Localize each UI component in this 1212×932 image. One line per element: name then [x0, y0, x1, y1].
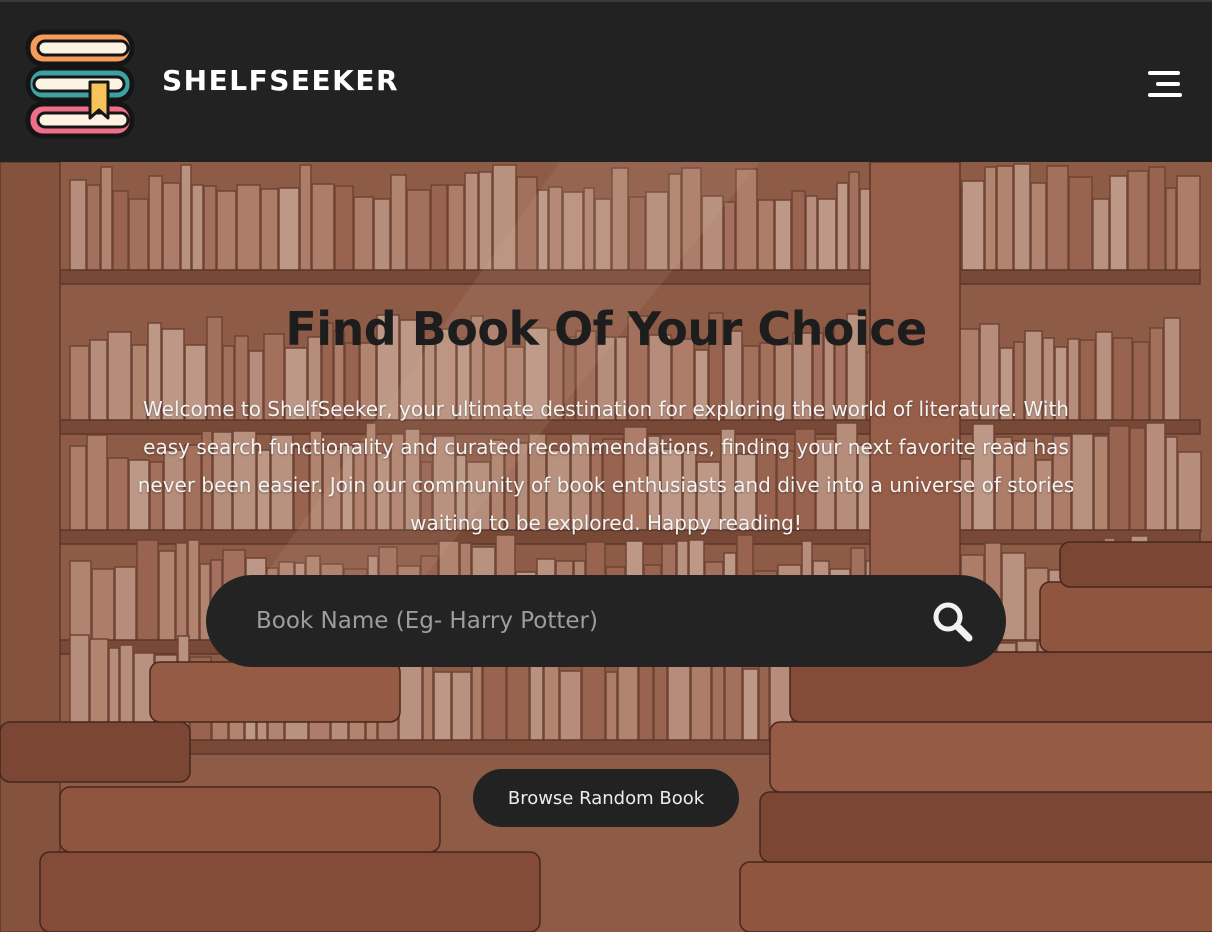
brand-name[interactable]: SHELFSEEKER: [162, 64, 399, 97]
search-icon[interactable]: [930, 599, 974, 643]
search-bar: [206, 575, 1006, 667]
hero-section: Find Book Of Your Choice Welcome to Shel…: [0, 162, 1212, 932]
site-header: SHELFSEEKER: [0, 2, 1212, 162]
hamburger-menu-icon[interactable]: [1146, 68, 1184, 100]
book-search-input[interactable]: [254, 601, 894, 641]
browse-random-book-button[interactable]: Browse Random Book: [473, 769, 739, 827]
hero-title: Find Book Of Your Choice: [285, 302, 927, 356]
hero-description: Welcome to ShelfSeeker, your ultimate de…: [137, 397, 1075, 535]
stacked-books-logo[interactable]: [24, 28, 138, 142]
